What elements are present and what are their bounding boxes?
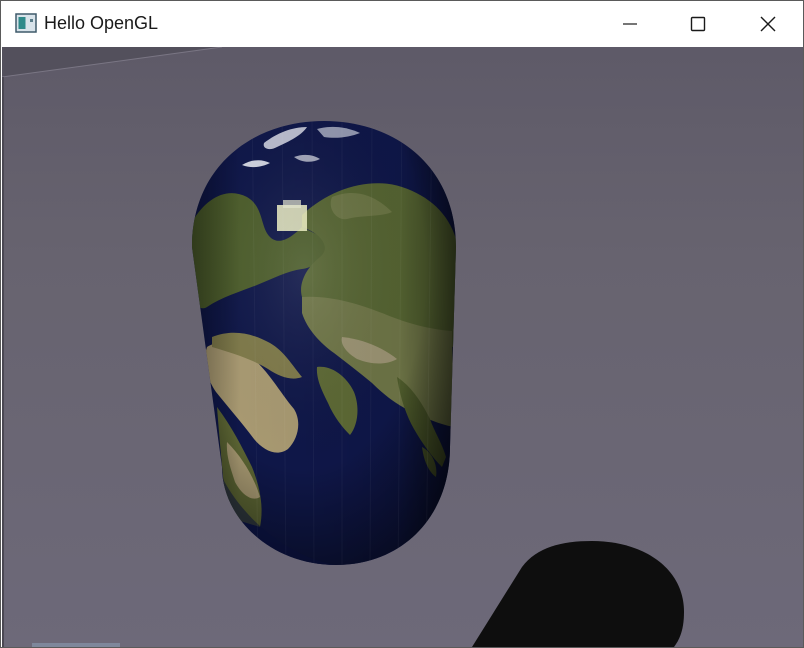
bottom-artifact xyxy=(32,643,120,647)
maximize-button[interactable] xyxy=(663,1,733,46)
minimize-button[interactable] xyxy=(595,1,665,46)
title-bar[interactable]: Hello OpenGL xyxy=(1,1,803,46)
opengl-viewport[interactable] xyxy=(2,47,803,647)
maximize-icon xyxy=(690,16,706,31)
app-window: Hello OpenGL xyxy=(0,0,804,648)
window-title: Hello OpenGL xyxy=(44,13,159,33)
minimize-icon xyxy=(623,22,637,25)
opengl-window-icon xyxy=(15,13,37,33)
close-button[interactable] xyxy=(733,1,803,46)
close-icon xyxy=(760,16,776,31)
rendered-scene xyxy=(2,47,803,647)
